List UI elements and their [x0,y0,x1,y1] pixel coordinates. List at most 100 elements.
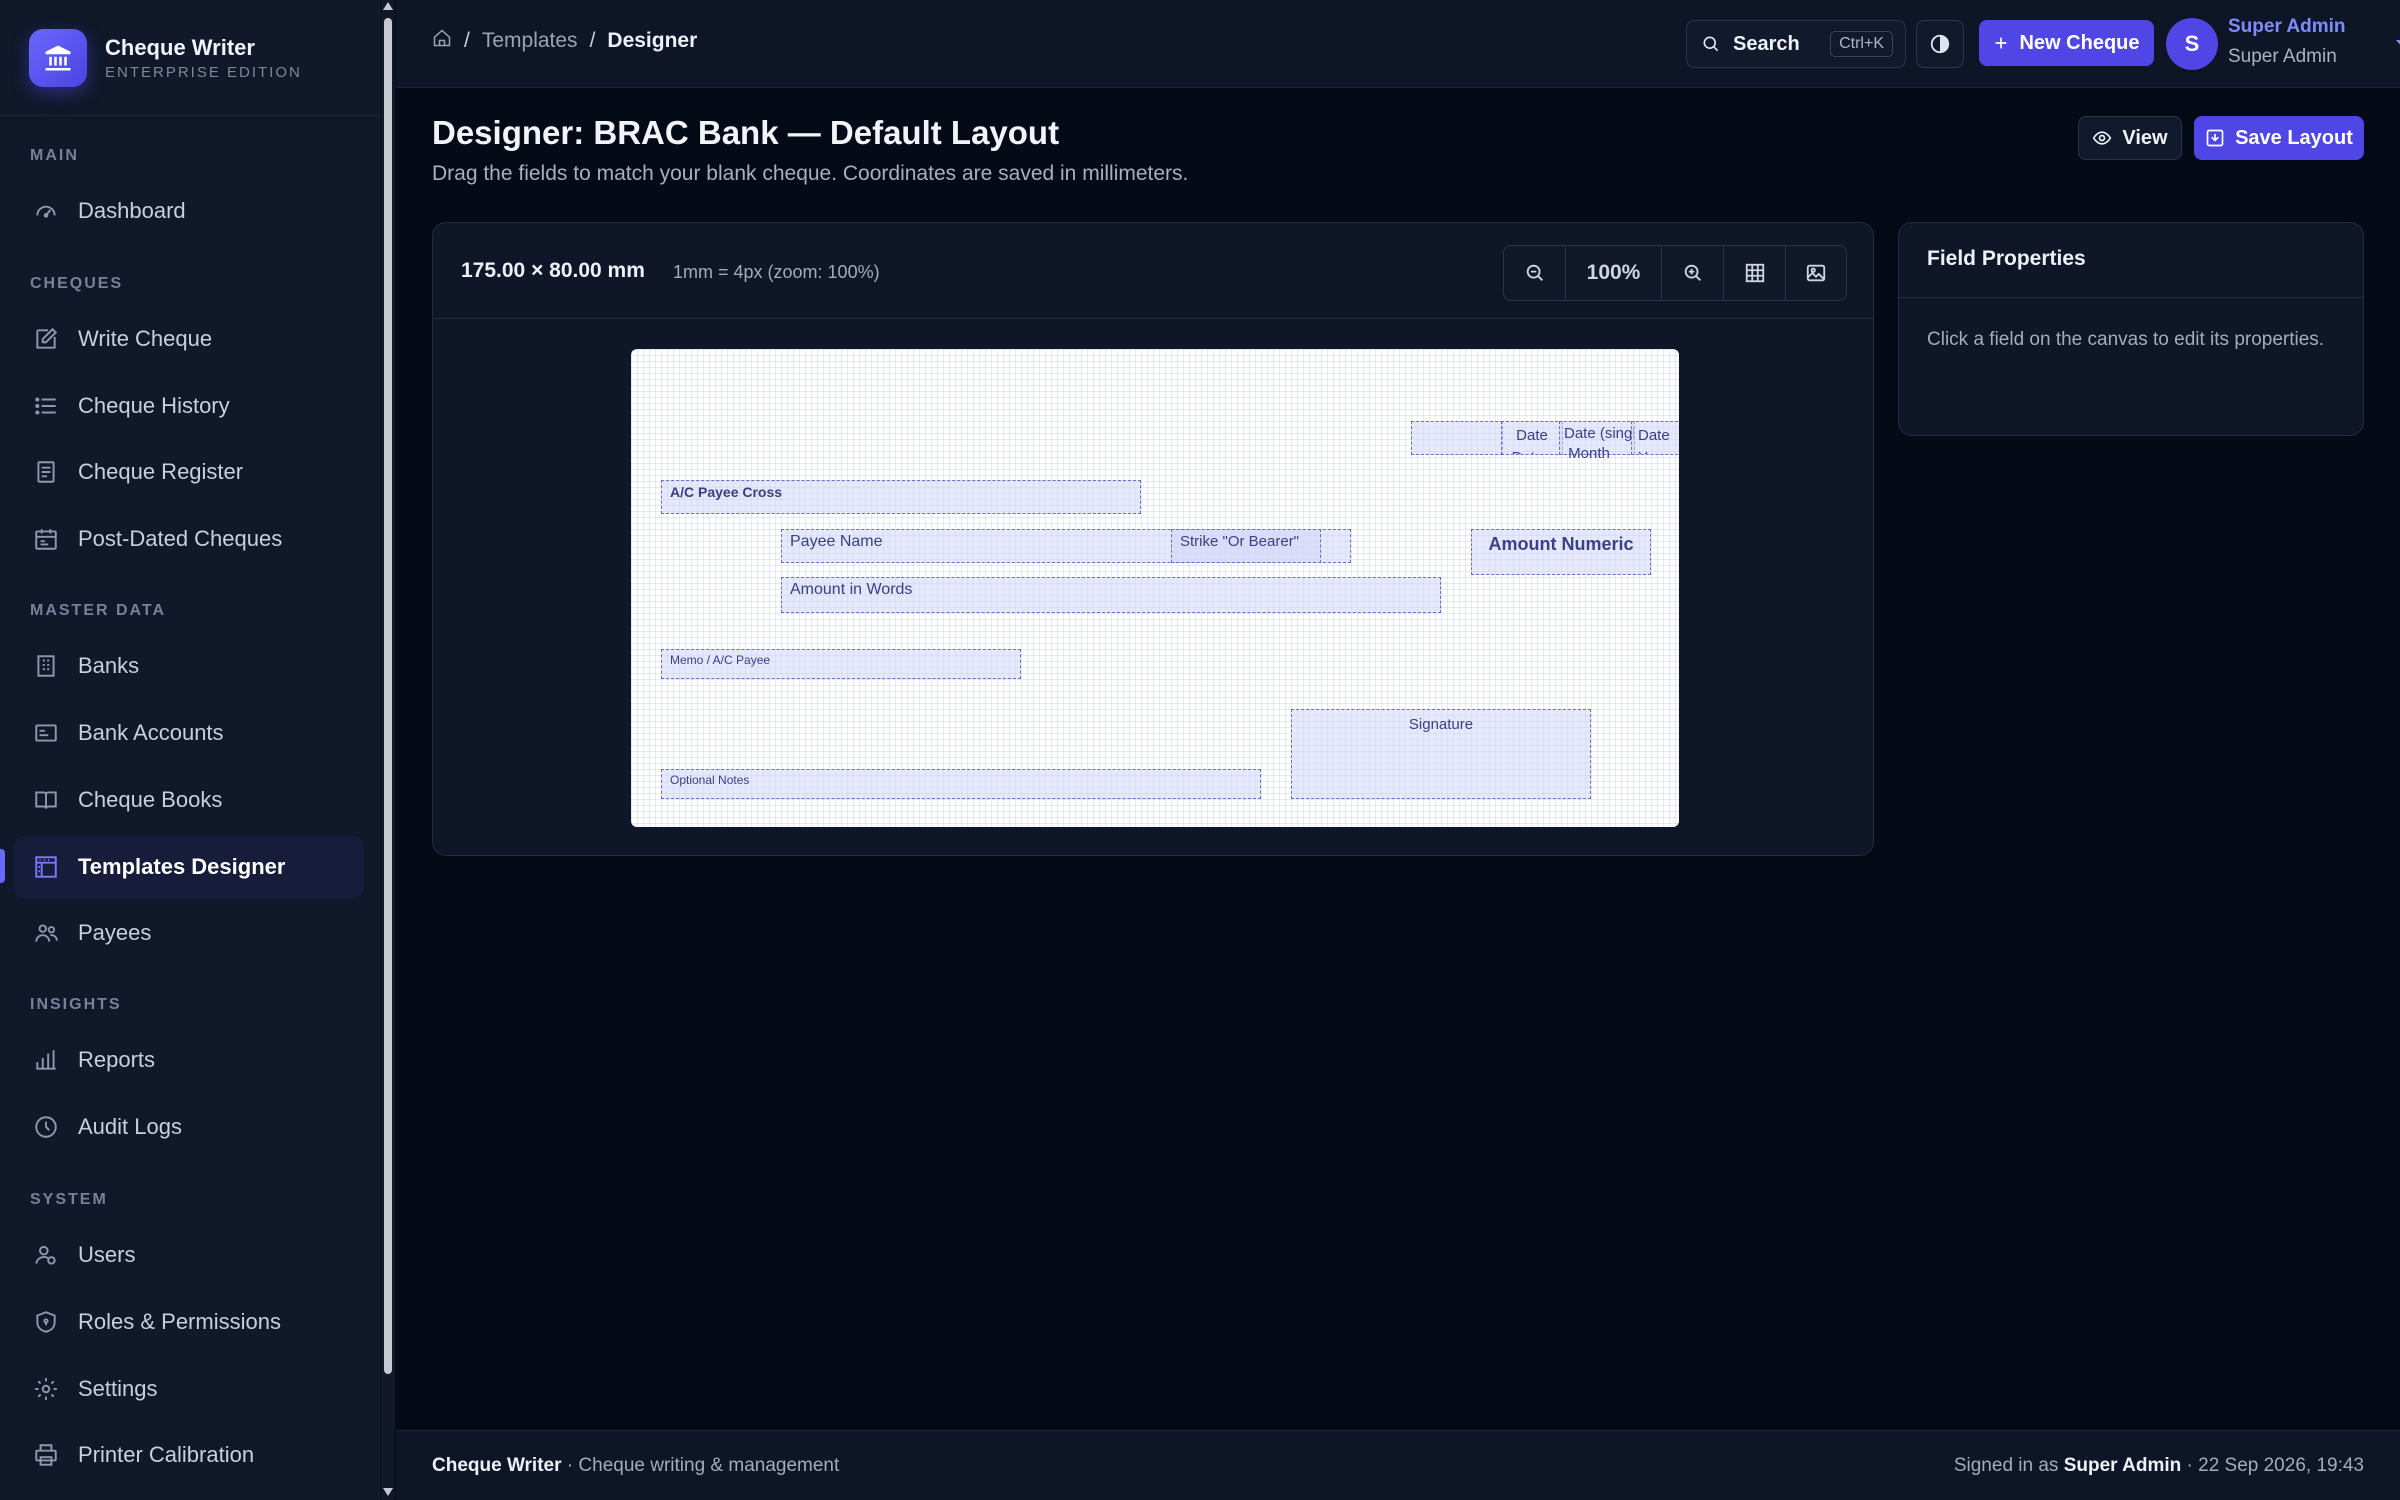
sidebar-item-payees[interactable]: Payees [14,902,364,964]
footer-tagline: · Cheque writing & management [566,1455,840,1476]
grid-icon [1744,262,1766,284]
brand[interactable]: Cheque Writer ENTERPRISE EDITION [0,0,379,116]
new-cheque-button[interactable]: New Cheque [1979,20,2154,66]
breadcrumb-separator: / [589,29,596,52]
brand-name: Cheque Writer [105,34,255,60]
sidebar-item-templates-designer[interactable]: Templates Designer [14,836,364,898]
sidebar-item-printer-calibration[interactable]: Printer Calibration [14,1424,364,1486]
zoom-out-button[interactable] [1504,246,1566,300]
user-icon [32,1241,60,1269]
sidebar-item-audit-logs[interactable]: Audit Logs [14,1096,364,1158]
footer-left: Cheque Writer · Cheque writing & managem… [432,1455,839,1477]
field-amount-numeric[interactable]: Amount Numeric [1471,529,1651,575]
sidebar-item-roles[interactable]: Roles & Permissions [14,1291,364,1353]
field-ac-payee-cross[interactable]: A/C Payee Cross [661,480,1141,514]
sidebar-item-cheque-history[interactable]: Cheque History [14,375,364,437]
field-amount-words[interactable]: Amount in Words [781,577,1441,613]
section-system: SYSTEM [30,1191,108,1208]
save-layout-button[interactable]: Save Layout [2194,116,2364,160]
cheque-canvas[interactable]: Date Date - Day Date (single) Month Date… [631,349,1679,827]
sidebar-item-label: Post-Dated Cheques [78,526,283,551]
avatar[interactable]: S [2166,18,2218,70]
zoom-in-icon [1682,262,1704,284]
sidebar-item-label: Audit Logs [78,1114,182,1139]
search-button[interactable]: Search Ctrl+K [1686,20,1906,68]
list-icon [32,392,60,420]
field-signature[interactable]: Signature [1291,709,1591,799]
breadcrumb: / Templates / Designer [432,28,697,54]
divider [1899,297,2363,298]
home-icon[interactable] [432,28,452,54]
footer-app-name: Cheque Writer [432,1455,562,1476]
sidebar-item-users[interactable]: Users [14,1224,364,1286]
sidebar-item-label: Roles & Permissions [78,1309,281,1334]
field-date-box[interactable] [1411,421,1503,455]
chevron-down-icon[interactable] [2396,40,2400,47]
sidebar-item-label: Cheque History [78,393,230,418]
scroll-down-icon[interactable] [383,1488,393,1496]
active-indicator [0,849,5,883]
sidebar-scrollbar[interactable] [381,0,395,1500]
background-image-button[interactable] [1786,246,1846,300]
contrast-icon [1929,33,1951,55]
sidebar-item-bank-accounts[interactable]: Bank Accounts [14,702,364,764]
sidebar-item-post-dated[interactable]: Post-Dated Cheques [14,508,364,570]
scroll-thumb[interactable] [384,18,392,1374]
theme-toggle-button[interactable] [1916,20,1964,68]
footer: Cheque Writer · Cheque writing & managem… [396,1430,2400,1500]
brand-edition: ENTERPRISE EDITION [105,63,302,81]
designer-card: 175.00 × 80.00 mm 1mm = 4px (zoom: 100%)… [432,222,1874,856]
field-properties-panel: Field Properties Click a field on the ca… [1898,222,2364,436]
plus-icon [1993,35,2009,51]
sidebar-item-label: Cheque Books [78,787,223,812]
sidebar-item-cheque-register[interactable]: Cheque Register [14,441,364,503]
section-master-data: MASTER DATA [30,602,167,619]
sidebar-item-label: Payees [78,920,152,945]
sidebar-item-dashboard[interactable]: Dashboard [14,180,364,242]
view-button[interactable]: View [2078,116,2182,160]
sidebar-item-label: Bank Accounts [78,720,224,745]
user-name[interactable]: Super Admin [2228,16,2346,38]
field-date-year[interactable]: Date Year [1631,421,1679,455]
sidebar-item-label: Dashboard [78,198,186,223]
search-label: Search [1733,32,1800,55]
zoom-out-icon [1524,262,1546,284]
scroll-up-icon[interactable] [383,2,393,10]
footer-right: Signed in as Super Admin · 22 Sep 2026, … [1954,1455,2364,1477]
breadcrumb-templates[interactable]: Templates [482,29,578,53]
cheque-dimensions: 175.00 × 80.00 mm [461,259,645,282]
field-memo[interactable]: Memo / A/C Payee [661,649,1021,679]
field-optional-notes[interactable]: Optional Notes [661,769,1261,799]
building-icon [32,652,60,680]
search-icon [1701,34,1721,54]
save-icon [2205,128,2225,148]
sidebar-item-label: Reports [78,1047,156,1072]
gear-icon [32,1375,60,1403]
bank-icon [29,28,87,87]
grid-toggle-button[interactable] [1724,246,1786,300]
field-properties-title: Field Properties [1927,247,2086,270]
sidebar-item-label: Users [78,1242,136,1267]
gauge-icon [32,197,60,225]
field-strike-bearer[interactable]: Strike "Or Bearer" [1171,529,1321,563]
shield-icon [32,1308,60,1336]
sidebar-item-write-cheque[interactable]: Write Cheque [14,308,364,370]
view-label: View [2122,126,2168,149]
clock-icon [32,1113,60,1141]
field-date-month[interactable]: Month [1553,445,1625,469]
field-properties-hint: Click a field on the canvas to edit its … [1927,329,2325,350]
sidebar-item-banks[interactable]: Banks [14,635,364,697]
scale-info: 1mm = 4px (zoom: 100%) [673,262,880,282]
section-insights: INSIGHTS [30,996,122,1013]
signed-in-user: Super Admin [2063,1455,2182,1476]
book-icon [32,786,60,814]
sidebar-item-settings[interactable]: Settings [14,1358,364,1420]
sidebar-item-cheque-books[interactable]: Cheque Books [14,769,364,831]
breadcrumb-current: Designer [607,29,698,52]
sidebar-item-label: Banks [78,653,140,678]
sidebar-item-reports[interactable]: Reports [14,1029,364,1091]
sidebar-item-label: Cheque Register [78,459,244,484]
footer-datetime: · 22 Sep 2026, 19:43 [2186,1455,2364,1476]
zoom-in-button[interactable] [1662,246,1724,300]
eye-icon [2092,128,2112,148]
